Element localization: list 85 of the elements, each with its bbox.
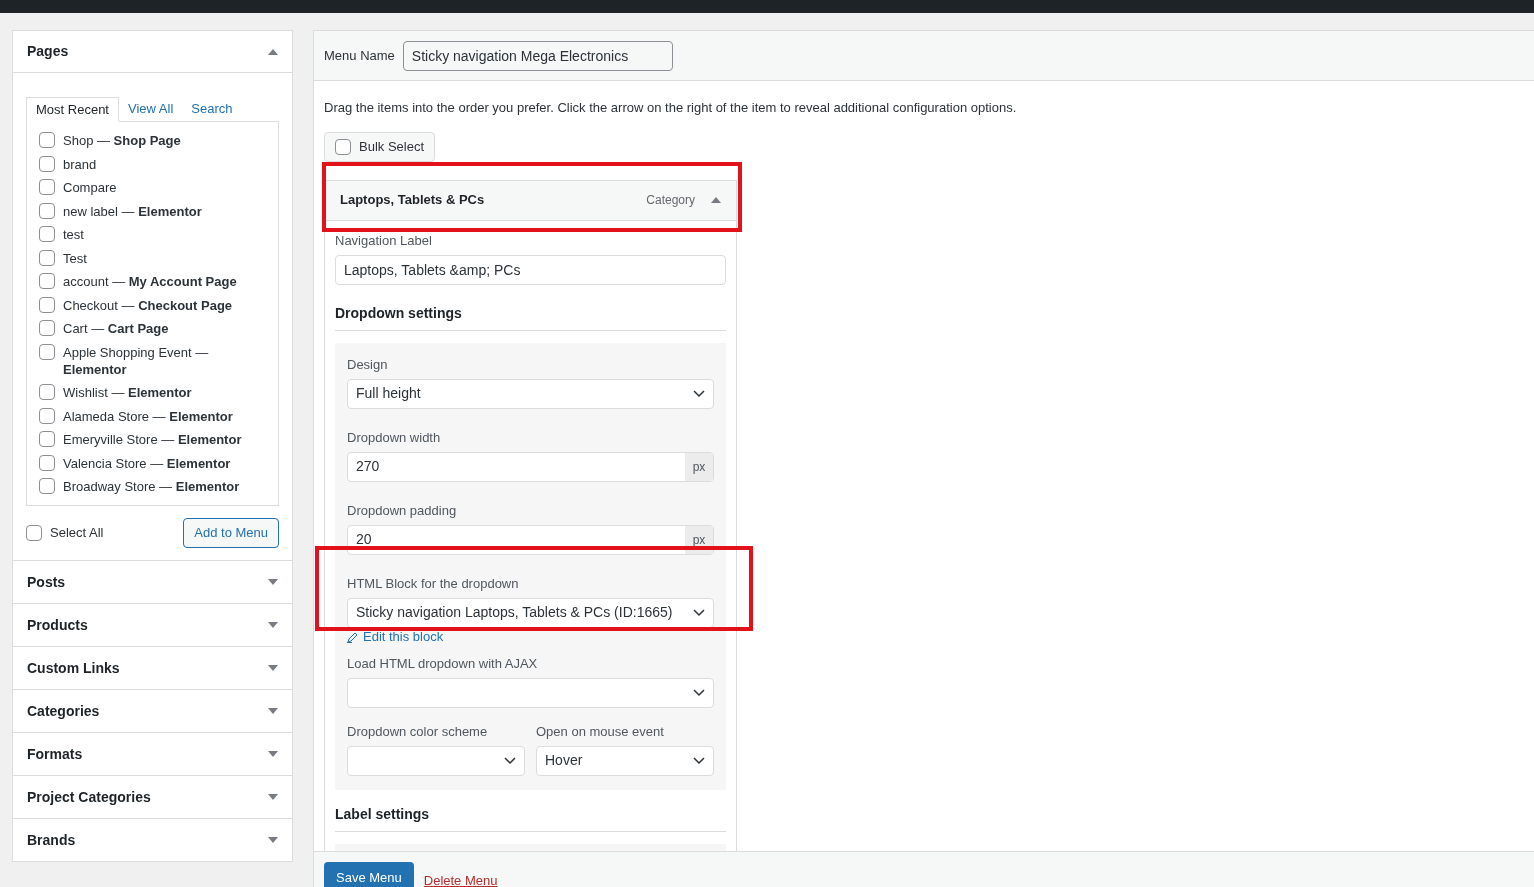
field-label: Navigation Label xyxy=(335,232,433,249)
chevron-down-icon xyxy=(693,389,705,398)
checkbox[interactable] xyxy=(39,273,55,289)
checkbox[interactable] xyxy=(39,343,55,360)
checkbox[interactable] xyxy=(39,454,55,471)
page-item[interactable]: Shop — Shop Page xyxy=(63,132,181,149)
field-label: Open on mouse event xyxy=(536,723,665,740)
page-item[interactable]: Valencia Store — Elementor xyxy=(63,454,231,472)
accordion-section[interactable]: Formats xyxy=(12,733,293,776)
accordion-section[interactable]: Posts xyxy=(12,561,293,604)
section-heading: Dropdown settings xyxy=(335,302,726,331)
field-label: Load HTML dropdown with AJAX xyxy=(347,655,539,672)
accordion-section[interactable]: Custom Links xyxy=(12,647,293,690)
tab[interactable]: Most Recent xyxy=(26,97,119,122)
accordion-section[interactable]: Products xyxy=(12,604,293,647)
menu-name-label: Menu Name xyxy=(324,46,395,65)
dropdown-select[interactable]: Full height xyxy=(347,378,714,409)
checkbox[interactable] xyxy=(39,296,55,313)
page-item[interactable]: Checkout — Checkout Page xyxy=(63,296,233,314)
panel-title: Pages xyxy=(27,42,69,61)
section-heading: Label settings xyxy=(335,803,726,832)
checkbox[interactable] xyxy=(39,431,55,447)
tab[interactable]: View All xyxy=(119,96,183,121)
width-field[interactable]: 270 px xyxy=(347,451,714,482)
menu-name-field[interactable]: Sticky navigation Mega Electronics xyxy=(402,40,673,71)
accordion-section[interactable]: Categories xyxy=(12,690,293,733)
page-item[interactable]: Test xyxy=(63,249,87,267)
navigation-label-field[interactable]: Laptops, Tablets &amp; PCs xyxy=(335,254,726,285)
tab[interactable]: Search xyxy=(182,96,242,121)
add-to-menu-button[interactable]: Add to Menu xyxy=(183,518,279,548)
chevron-down-icon xyxy=(693,688,705,697)
checkbox[interactable] xyxy=(335,138,351,155)
chevron-down-icon xyxy=(693,756,705,765)
accordion-section[interactable]: Project Categories xyxy=(12,776,293,819)
dropdown-select[interactable]: Hover xyxy=(536,745,714,776)
page-item[interactable]: brand xyxy=(63,155,97,173)
pencil-icon xyxy=(347,630,359,643)
accordion-section[interactable]: Brands xyxy=(12,819,293,862)
checkbox[interactable] xyxy=(39,179,55,195)
checkbox[interactable] xyxy=(26,525,42,541)
instructions-text: Drag the items into the order you prefer. Click the arrow on the right of the item to reveal additional configuration options. xyxy=(324,99,1018,117)
checkbox[interactable] xyxy=(39,384,55,400)
select-all-label[interactable]: Select All xyxy=(50,523,104,543)
page-item[interactable]: Compare xyxy=(63,179,117,196)
bulk-select-button[interactable]: Bulk Select xyxy=(324,131,436,162)
edit-block-link[interactable]: Edit this block xyxy=(347,629,714,644)
delete-menu-link[interactable]: Delete Menu xyxy=(423,871,498,887)
chevron-down-icon xyxy=(693,608,705,617)
unit-label: px xyxy=(685,452,713,481)
expand-arrow-icon[interactable] xyxy=(268,665,278,671)
collapse-arrow-icon[interactable] xyxy=(268,48,278,55)
field-label: Dropdown padding xyxy=(347,502,458,519)
page-item[interactable]: Alameda Store — Elementor xyxy=(63,407,233,425)
page-item[interactable]: Cart — Cart Page xyxy=(63,320,169,337)
page-item[interactable]: new label — Elementor xyxy=(63,202,202,220)
field-label: Design xyxy=(347,356,389,373)
checkbox[interactable] xyxy=(39,407,55,424)
save-menu-button[interactable]: Save Menu xyxy=(324,862,414,887)
checkbox[interactable] xyxy=(39,132,55,148)
menu-item-header[interactable]: Laptops, Tablets & PCs Category xyxy=(324,179,737,221)
page-item[interactable]: account — My Account Page xyxy=(63,273,237,290)
field-label: HTML Block for the dropdown xyxy=(347,575,520,592)
expand-arrow-icon[interactable] xyxy=(268,794,278,800)
page-item[interactable]: Broadway Store — Elementor xyxy=(63,478,240,495)
item-type: Category xyxy=(646,192,695,209)
expand-arrow-icon[interactable] xyxy=(268,579,278,585)
checkbox[interactable] xyxy=(39,155,55,172)
page-item[interactable]: Apple Shopping Event — Elementor xyxy=(63,343,266,378)
expand-arrow-icon[interactable] xyxy=(268,751,278,757)
checkbox[interactable] xyxy=(39,320,55,336)
page-item[interactable]: Wishlist — Elementor xyxy=(63,384,192,401)
collapse-arrow-icon[interactable] xyxy=(711,197,721,203)
expand-arrow-icon[interactable] xyxy=(268,622,278,628)
page-item[interactable]: Emeryville Store — Elementor xyxy=(63,431,242,448)
checkbox[interactable] xyxy=(39,249,55,266)
checkbox[interactable] xyxy=(39,226,55,242)
field-label: Dropdown width xyxy=(347,429,442,446)
expand-arrow-icon[interactable] xyxy=(268,837,278,843)
field-label: Dropdown color scheme xyxy=(347,723,489,740)
checkbox[interactable] xyxy=(39,478,55,494)
expand-arrow-icon[interactable] xyxy=(268,708,278,714)
page-item[interactable]: test xyxy=(63,226,84,243)
dropdown-select[interactable]: Sticky navigation Laptops, Tablets & PCs (ID:1665) xyxy=(347,597,714,628)
checkbox[interactable] xyxy=(39,202,55,219)
chevron-down-icon xyxy=(504,756,516,765)
